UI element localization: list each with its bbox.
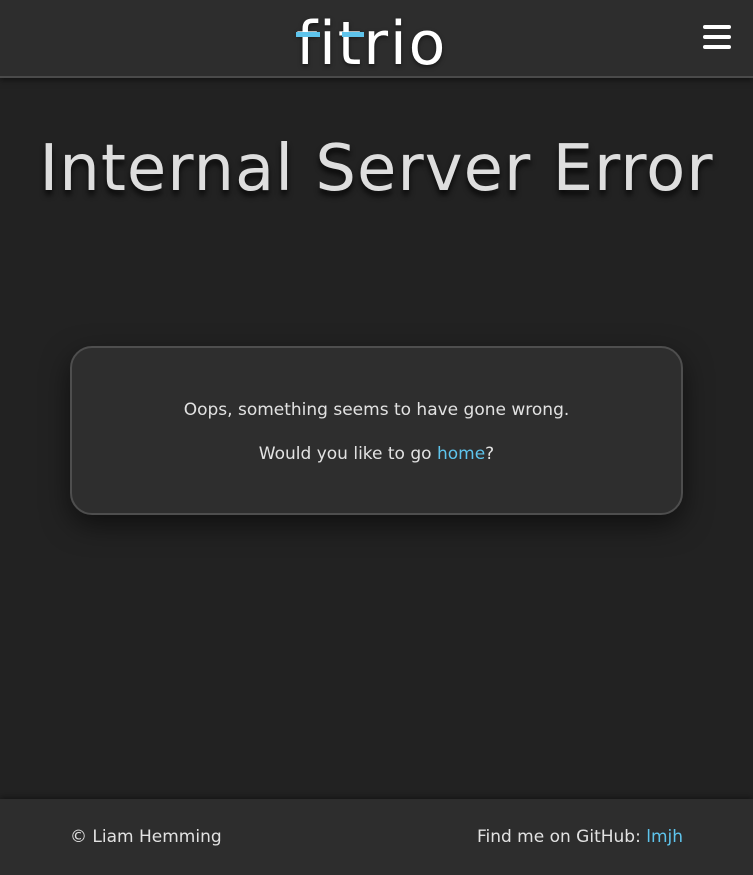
home-prompt-before: Would you like to go	[258, 444, 437, 464]
copyright-text: © Liam Hemming	[70, 827, 222, 847]
logo-accent-bar	[342, 32, 364, 37]
github-credit: Find me on GitHub: lmjh	[477, 827, 683, 847]
page-title: Internal Server Error	[39, 132, 714, 206]
github-label: Find me on GitHub:	[476, 827, 647, 847]
site-footer: © Liam Hemming Find me on GitHub: lmjh	[0, 799, 753, 875]
home-prompt-after: ?	[485, 444, 495, 464]
logo-text: fitrio	[296, 9, 448, 79]
logo-accent-bar	[296, 32, 320, 37]
error-message: Oops, something seems to have gone wrong…	[183, 400, 570, 420]
github-link[interactable]: lmjh	[646, 827, 683, 847]
home-link[interactable]: home	[437, 444, 485, 464]
menu-line	[703, 25, 731, 29]
hamburger-menu-icon[interactable]	[703, 25, 731, 49]
error-card: Oops, something seems to have gone wrong…	[70, 346, 683, 515]
menu-line	[703, 45, 731, 49]
site-header: fitrio	[0, 0, 753, 78]
menu-line	[703, 35, 731, 39]
home-prompt: Would you like to go home?	[72, 444, 681, 464]
logo[interactable]: fitrio	[296, 4, 447, 74]
logo-text-wrapper: fitrio	[296, 14, 447, 74]
